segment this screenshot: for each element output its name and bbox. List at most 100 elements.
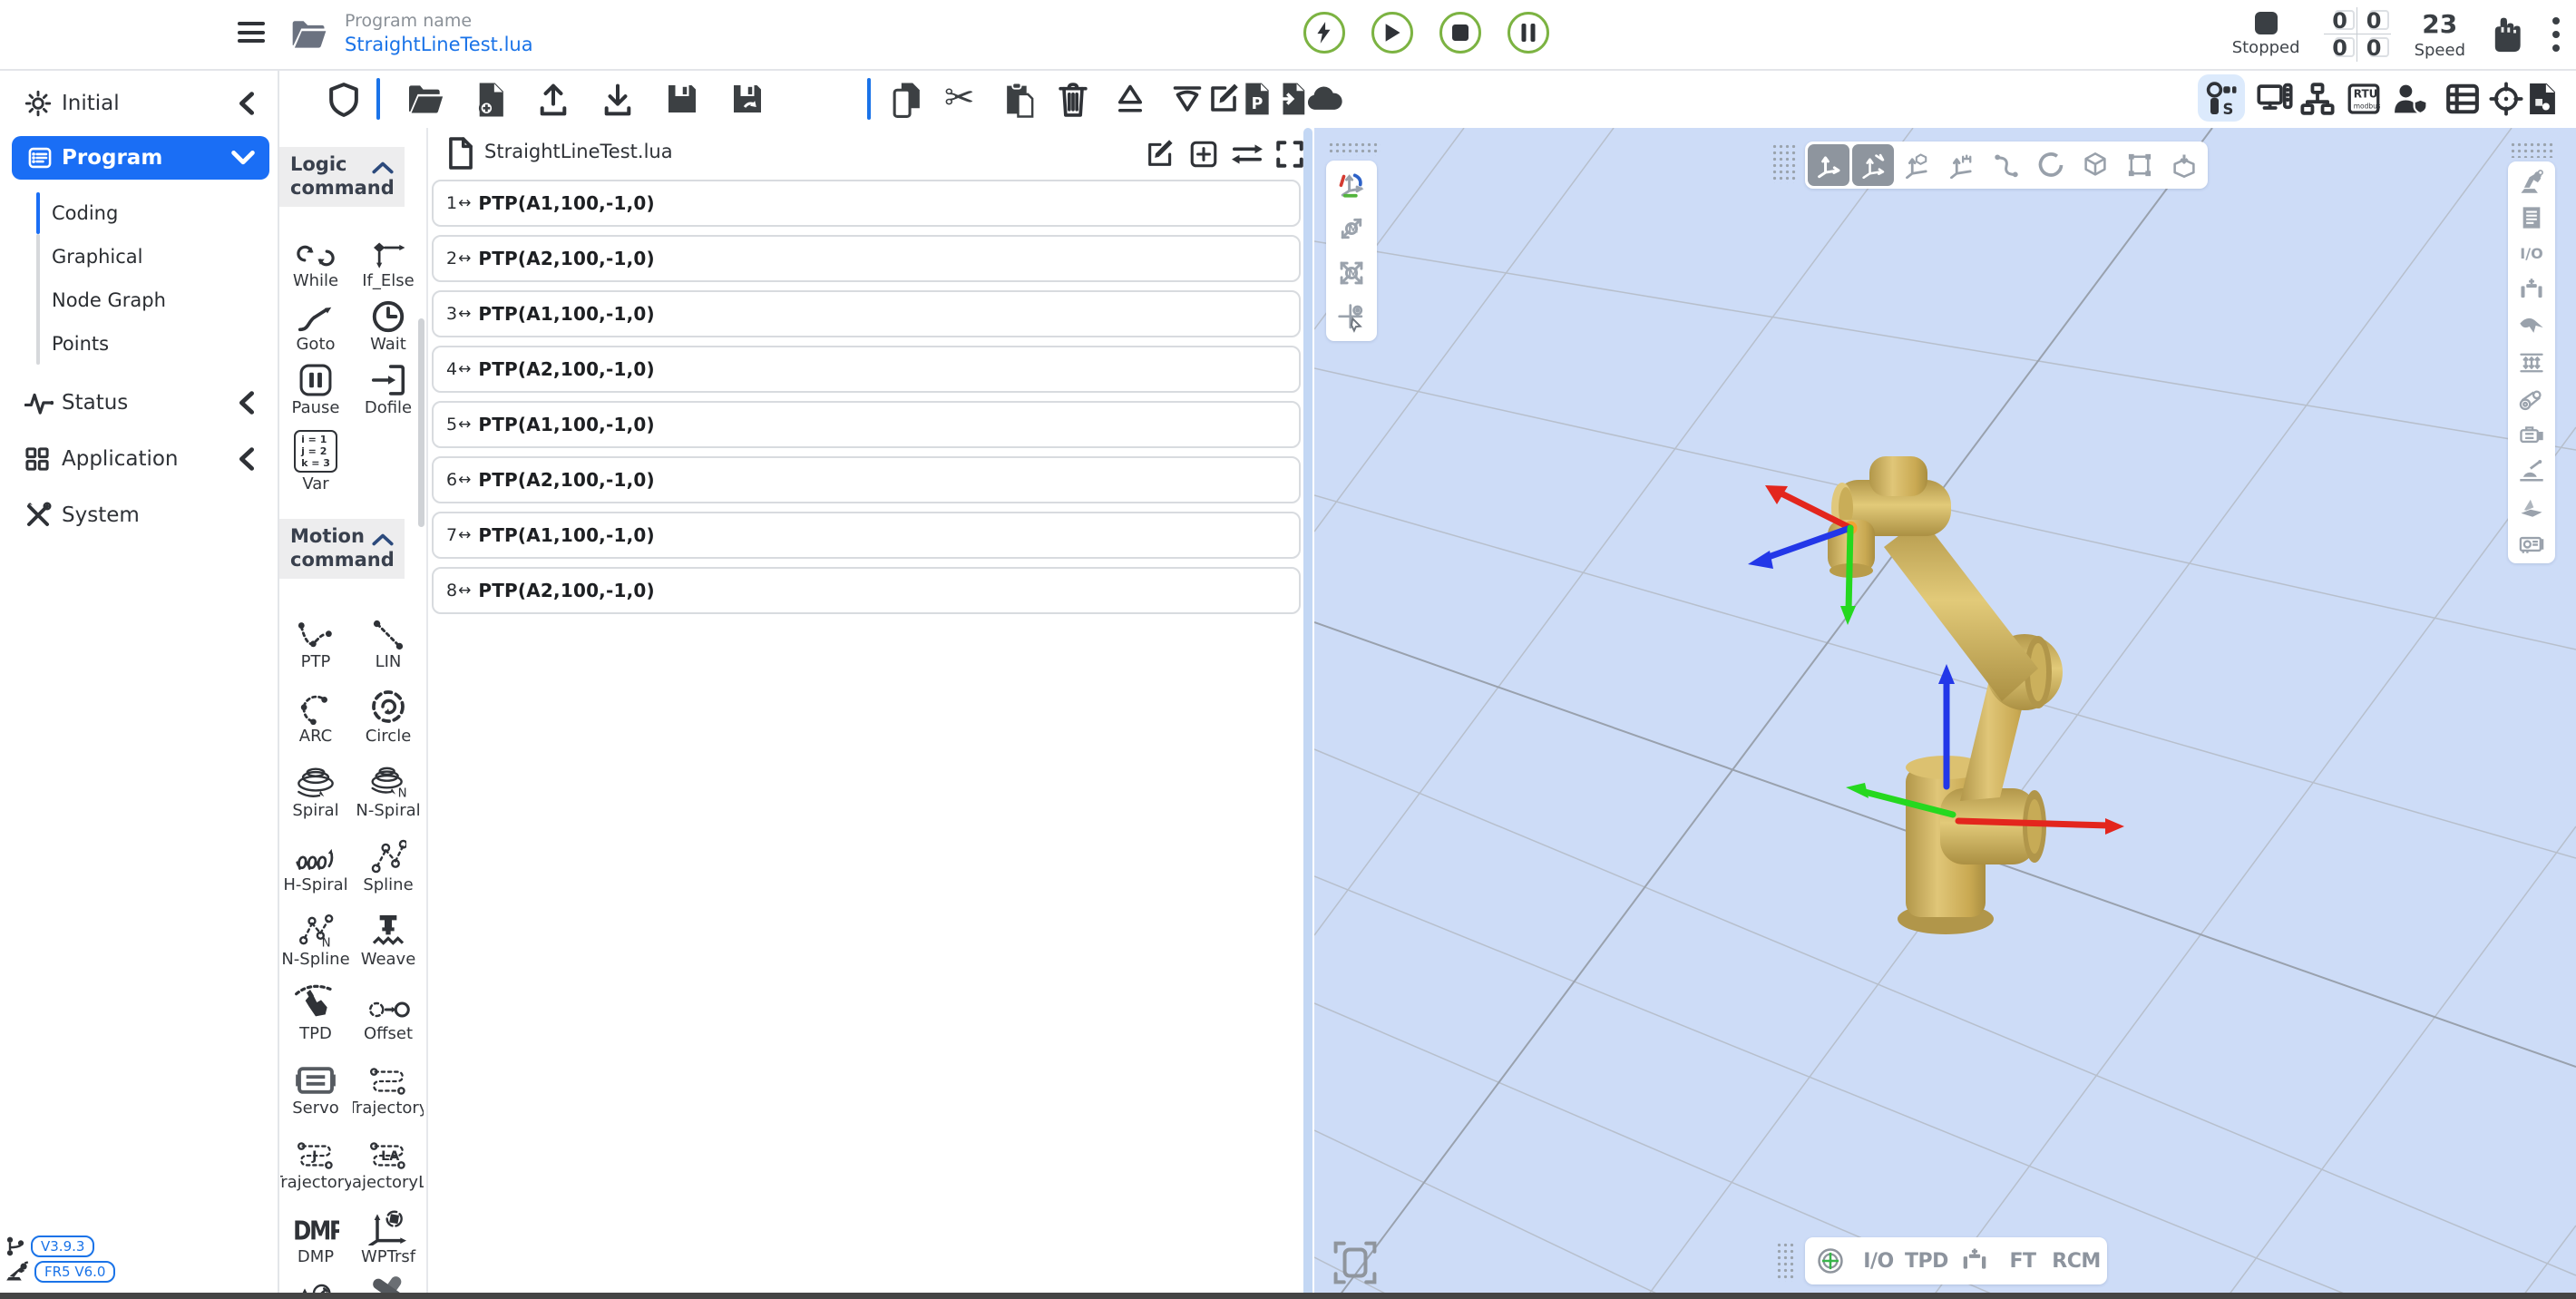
lift-platform-icon[interactable] <box>2511 346 2552 379</box>
modbus-rtu-icon[interactable]: RTUmodbus <box>2347 82 2380 116</box>
import-model-button[interactable] <box>2163 144 2205 186</box>
palette-item-h-spiral[interactable]: H-Spiral <box>280 826 351 901</box>
pick-point-icon[interactable] <box>1329 297 1374 338</box>
sidebar-item-status[interactable]: Status <box>0 381 278 425</box>
sidebar-item-coding[interactable]: Coding <box>52 192 260 234</box>
tpd-overlay-toggle[interactable]: TPD <box>1904 1240 1949 1282</box>
save-as-icon[interactable] <box>731 82 764 116</box>
rcm-overlay-toggle[interactable]: RCM <box>2048 1240 2104 1282</box>
tcp-target-toggle[interactable] <box>1808 1240 1853 1282</box>
palette-item-lin[interactable]: LIN <box>353 603 424 678</box>
move-free-icon[interactable]: M <box>1329 252 1374 294</box>
palette-item-weave[interactable]: Weave <box>353 901 424 975</box>
copy-icon[interactable] <box>892 82 922 118</box>
gripper-icon[interactable] <box>2511 273 2552 307</box>
claw-icon[interactable] <box>2511 309 2552 343</box>
palette-item-offset[interactable]: Offset <box>353 975 424 1050</box>
add-line-icon[interactable] <box>1188 139 1219 170</box>
io-panel-button[interactable]: I/O <box>2511 237 2552 270</box>
program-row-2[interactable]: 2↔PTP(A2,100,-1,0) <box>432 235 1301 282</box>
sidebar-item-graphical[interactable]: Graphical <box>52 236 260 278</box>
open-folder-icon[interactable] <box>407 82 445 116</box>
toolbar-drag-handle[interactable] <box>1776 1242 1796 1282</box>
notes-icon[interactable] <box>2511 200 2552 234</box>
calibration-target-icon[interactable] <box>2489 82 2523 116</box>
shield-icon[interactable] <box>327 82 361 118</box>
palette-item-wait[interactable]: Wait <box>353 295 424 358</box>
swap-lines-icon[interactable] <box>1230 139 1264 170</box>
workpiece-frame-button[interactable] <box>1897 144 1938 186</box>
filter-icon[interactable] <box>1171 82 1204 116</box>
cut-icon[interactable]: ✂ <box>944 78 975 118</box>
program-row-5[interactable]: 5↔PTP(A1,100,-1,0) <box>432 401 1301 448</box>
palette-item-trajectoryj[interactable]: J TrajectoryJ <box>280 1124 351 1198</box>
edit-program-icon[interactable] <box>1145 139 1176 170</box>
viewport-3d[interactable]: M M I/O <box>1314 128 2576 1299</box>
motion-command-header[interactable]: Motion command <box>279 519 405 579</box>
palette-item-ptp[interactable]: PTP <box>280 603 351 678</box>
robot-display-icon[interactable] <box>2511 164 2552 198</box>
controller-card-icon[interactable] <box>2511 527 2552 561</box>
download-icon[interactable] <box>600 82 635 118</box>
program-row-6[interactable]: 6↔PTP(A2,100,-1,0) <box>432 456 1301 503</box>
io-overlay-toggle[interactable]: I/O <box>1856 1240 1901 1282</box>
sidebar-item-node-graph[interactable]: Node Graph <box>52 279 260 321</box>
log-table-icon[interactable] <box>2445 82 2480 116</box>
palette-item-if-else[interactable]: If_Else <box>353 231 424 295</box>
jog-frame-icon[interactable] <box>1329 163 1374 205</box>
logic-command-header[interactable]: Logic command <box>279 147 405 207</box>
palette-item-while[interactable]: While <box>280 231 351 295</box>
simulation-toggle-icon[interactable]: S <box>2198 74 2245 122</box>
program-row-1[interactable]: 1↔PTP(A1,100,-1,0) <box>432 180 1301 227</box>
toolbar-drag-handle[interactable] <box>2510 142 2553 158</box>
palette-item-dmp[interactable]: DMP DMP <box>280 1198 351 1273</box>
program-scrollbar[interactable] <box>1303 128 1312 1299</box>
palette-scrollbar[interactable] <box>418 318 424 527</box>
sidebar-item-system[interactable]: System <box>0 493 278 537</box>
upload-icon[interactable] <box>536 82 571 118</box>
paste-icon[interactable] <box>1004 82 1035 118</box>
base-frame-button[interactable] <box>1808 144 1849 186</box>
fullscreen-icon[interactable] <box>1274 139 1305 170</box>
jog-hand-icon[interactable] <box>2489 15 2525 54</box>
user-permission-icon[interactable] <box>2392 82 2428 116</box>
sidebar-item-points[interactable]: Points <box>52 323 260 365</box>
external-frame-button[interactable] <box>1941 144 1983 186</box>
palette-item-tpd[interactable]: TPD <box>280 975 351 1050</box>
file-config-icon[interactable] <box>2527 82 2558 116</box>
palette-item-n-spiral[interactable]: N N-Spiral <box>353 752 424 826</box>
sidebar-item-application[interactable]: Application <box>0 437 278 481</box>
conveyor-icon[interactable] <box>2511 382 2552 415</box>
palette-item-arc[interactable]: ARC <box>280 678 351 752</box>
program-row-8[interactable]: 8↔PTP(A2,100,-1,0) <box>432 567 1301 614</box>
viewport-fullscreen-icon[interactable] <box>1332 1239 1379 1286</box>
sidebar-item-program[interactable]: Program <box>12 136 269 180</box>
import-file-icon[interactable] <box>1277 82 1306 116</box>
plane-tool-button[interactable] <box>2119 144 2161 186</box>
pause-button[interactable] <box>1508 12 1549 54</box>
cloud-icon[interactable] <box>1305 82 1343 114</box>
delete-icon[interactable] <box>1058 82 1088 118</box>
stop-button[interactable] <box>1439 12 1481 54</box>
palette-item-trajectory[interactable]: Trajectory <box>353 1050 424 1124</box>
teach-pendant-icon[interactable] <box>2257 82 2293 116</box>
save-icon[interactable] <box>666 82 698 116</box>
cube-tool-button[interactable] <box>2074 144 2116 186</box>
program-row-4[interactable]: 4↔PTP(A2,100,-1,0) <box>432 346 1301 393</box>
point-file-icon[interactable]: P <box>1243 82 1272 116</box>
toolbar-drag-handle[interactable] <box>1328 142 1381 156</box>
network-icon[interactable] <box>2300 82 2335 116</box>
palette-item-dofile[interactable]: Dofile <box>353 358 424 422</box>
sensor-icon[interactable] <box>2511 454 2552 488</box>
palette-item-spline[interactable]: Spline <box>353 826 424 901</box>
eject-icon[interactable] <box>1114 82 1147 116</box>
tool-frame-button[interactable] <box>1852 144 1894 186</box>
play-button[interactable] <box>1371 12 1413 54</box>
palette-item-n-spline[interactable]: N N-Spline <box>280 901 351 975</box>
menu-icon[interactable] <box>238 22 265 47</box>
motor-icon[interactable] <box>2511 418 2552 452</box>
laptop-icon[interactable] <box>2511 491 2552 524</box>
sidebar-item-initial[interactable]: Initial <box>0 82 278 125</box>
move-linear-icon[interactable]: M <box>1329 208 1374 249</box>
palette-item-wptrsf[interactable]: WPTrsf <box>353 1198 424 1273</box>
